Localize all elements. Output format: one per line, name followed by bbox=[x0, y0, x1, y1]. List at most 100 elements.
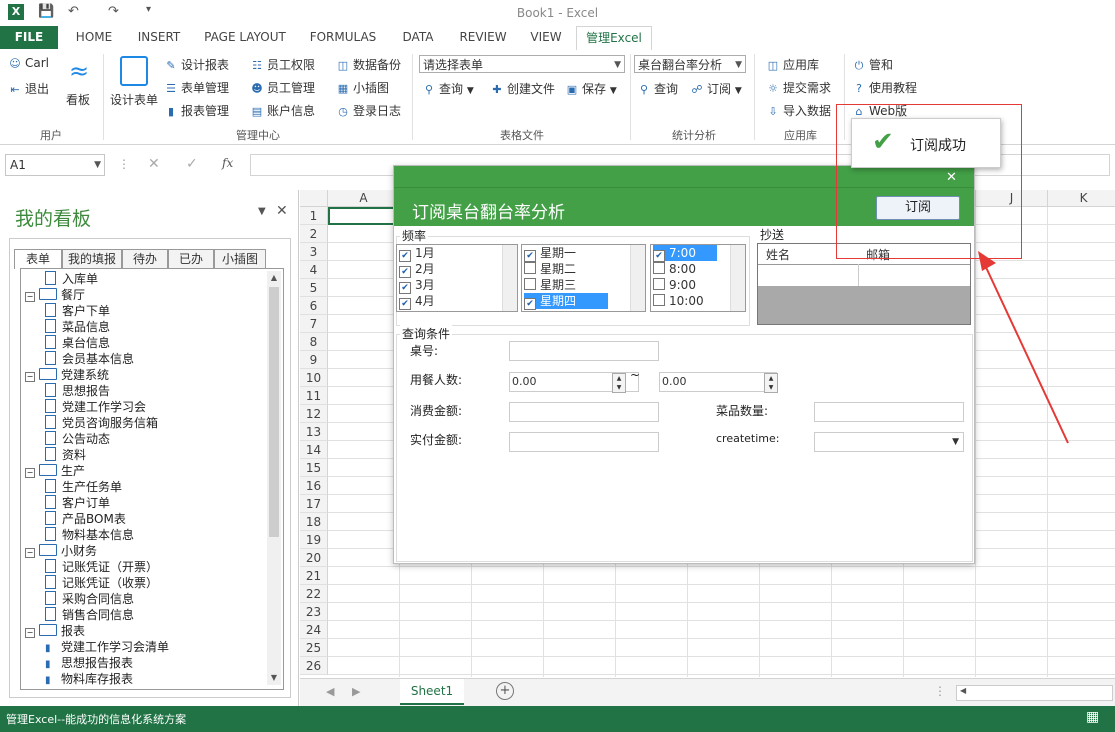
kanban-tab-todo[interactable]: 待办 bbox=[122, 249, 168, 268]
tree-item[interactable]: 销售合同信息 bbox=[45, 607, 134, 623]
normal-view-icon[interactable]: ▦ bbox=[1086, 709, 1099, 725]
create-file-button[interactable]: ✚ 创建文件 bbox=[490, 80, 555, 97]
tree-item[interactable]: ▮ 物料库存报表 bbox=[45, 671, 133, 689]
import-data-button[interactable]: ⇩ 导入数据 bbox=[766, 102, 831, 119]
table-no-input[interactable] bbox=[509, 341, 659, 361]
row-header[interactable]: 24 bbox=[300, 621, 328, 639]
tree-item[interactable]: 党员咨询服务信箱 bbox=[45, 415, 158, 431]
row-header[interactable]: 21 bbox=[300, 567, 328, 585]
account-info-button[interactable]: ▤ 账户信息 bbox=[250, 102, 315, 119]
form-manage-button[interactable]: ☰ 表单管理 bbox=[164, 79, 229, 96]
kanban-button[interactable]: 看板 bbox=[66, 91, 90, 108]
tree-item[interactable]: 公告动态 bbox=[45, 431, 110, 447]
close-icon[interactable]: ✕ bbox=[276, 203, 288, 219]
row-header[interactable]: 26 bbox=[300, 657, 328, 675]
active-cell[interactable] bbox=[328, 207, 400, 225]
list-item[interactable]: ✔ 4月 bbox=[399, 293, 435, 310]
list-item[interactable]: ✔ 2月 bbox=[399, 261, 435, 278]
list-item[interactable]: ✔ 7:00 bbox=[653, 245, 717, 262]
row-header[interactable]: 10 bbox=[300, 369, 328, 387]
checkbox[interactable]: ✔ bbox=[524, 298, 536, 310]
time-listbox[interactable]: ✔ 7:00 8:00 9:00 10:00 bbox=[650, 244, 746, 312]
paid-input[interactable] bbox=[509, 432, 659, 452]
list-item[interactable]: 8:00 bbox=[653, 261, 696, 277]
tree-folder[interactable]: − 餐厅 bbox=[25, 287, 85, 303]
cancel-icon[interactable]: ✕ bbox=[148, 156, 160, 172]
scroll-left-icon[interactable]: ◀ bbox=[960, 686, 966, 695]
collapse-icon[interactable]: − bbox=[25, 372, 35, 382]
select-all-corner[interactable] bbox=[300, 190, 328, 207]
row-header[interactable]: 25 bbox=[300, 639, 328, 657]
row-header[interactable]: 20 bbox=[300, 549, 328, 567]
tab-view[interactable]: VIEW bbox=[522, 26, 570, 49]
tree-folder[interactable]: − 党建系统 bbox=[25, 367, 109, 383]
tree-item[interactable]: 客户订单 bbox=[45, 495, 110, 511]
report-manage-button[interactable]: ▮ 报表管理 bbox=[164, 102, 229, 119]
column-header[interactable]: A bbox=[328, 190, 400, 207]
tree-item[interactable]: 资料 bbox=[45, 447, 86, 463]
kanban-tab-my-filled[interactable]: 我的填报 bbox=[62, 249, 122, 268]
month-scrollbar[interactable] bbox=[502, 245, 517, 311]
kanban-rss-icon[interactable]: ≈ bbox=[64, 56, 94, 86]
add-sheet-icon[interactable]: + bbox=[496, 682, 514, 700]
month-listbox[interactable]: ✔ 1月 ✔ 2月 ✔ 3月 ✔ 4月 bbox=[396, 244, 518, 312]
next-sheet-icon[interactable]: ▶ bbox=[352, 685, 360, 698]
tab-formulas[interactable]: FORMULAS bbox=[302, 26, 384, 49]
row-header[interactable]: 11 bbox=[300, 387, 328, 405]
tab-file[interactable]: FILE bbox=[0, 26, 58, 49]
name-box[interactable]: A1 ▼ bbox=[5, 154, 105, 176]
stats-subscribe-button[interactable]: ☍ 订阅 ▼ bbox=[690, 80, 741, 97]
row-header[interactable]: 18 bbox=[300, 513, 328, 531]
tab-data[interactable]: DATA bbox=[392, 26, 444, 49]
row-header[interactable]: 3 bbox=[300, 243, 328, 261]
confirm-icon[interactable]: ✓ bbox=[186, 156, 198, 172]
scroll-up-icon[interactable]: ▲ bbox=[267, 271, 281, 285]
checkbox[interactable]: ✔ bbox=[399, 298, 411, 310]
collapse-icon[interactable]: − bbox=[25, 468, 35, 478]
diners-min-stepper[interactable]: ▲ ▼ bbox=[612, 373, 626, 393]
row-header[interactable]: 14 bbox=[300, 441, 328, 459]
tree-item[interactable]: 物料基本信息 bbox=[45, 527, 134, 543]
spend-input[interactable] bbox=[509, 402, 659, 422]
row-header[interactable]: 1 bbox=[300, 207, 328, 225]
row-header[interactable]: 12 bbox=[300, 405, 328, 423]
tree-item[interactable]: 桌台信息 bbox=[45, 335, 110, 351]
prev-sheet-icon[interactable]: ◀ bbox=[326, 685, 334, 698]
collapse-icon[interactable]: − bbox=[25, 548, 35, 558]
weekday-scrollbar[interactable] bbox=[630, 245, 645, 311]
tab-home[interactable]: HOME bbox=[66, 26, 122, 49]
tree-item[interactable]: 菜品信息 bbox=[45, 319, 110, 335]
tree-folder[interactable]: − 报表 bbox=[25, 623, 85, 639]
row-header[interactable]: 16 bbox=[300, 477, 328, 495]
list-item[interactable]: 9:00 bbox=[653, 277, 696, 293]
tutorial-button[interactable]: ? 使用教程 bbox=[852, 79, 917, 96]
checkbox[interactable] bbox=[653, 262, 665, 274]
submit-request-button[interactable]: ☼ 提交需求 bbox=[766, 79, 831, 96]
row-header[interactable]: 15 bbox=[300, 459, 328, 477]
tree-item[interactable]: 生产任务单 bbox=[45, 479, 122, 495]
form-select[interactable]: 请选择表单 ▼ bbox=[419, 55, 625, 73]
row-header[interactable]: 23 bbox=[300, 603, 328, 621]
mini-chart-button[interactable]: ▦ 小插图 bbox=[336, 79, 389, 96]
tree-item[interactable]: 入库单 bbox=[45, 271, 98, 287]
horizontal-scrollbar[interactable]: ◀ bbox=[956, 685, 1113, 701]
row-header[interactable]: 8 bbox=[300, 333, 328, 351]
tree-scrollbar[interactable]: ▲ ▼ bbox=[267, 271, 281, 685]
employee-manage-button[interactable]: ☻ 员工管理 bbox=[250, 79, 315, 96]
tab-insert[interactable]: INSERT bbox=[130, 26, 188, 49]
row-header[interactable]: 6 bbox=[300, 297, 328, 315]
row-header[interactable]: 2 bbox=[300, 225, 328, 243]
design-form-icon[interactable] bbox=[120, 56, 148, 86]
time-scrollbar[interactable] bbox=[730, 245, 745, 311]
row-header[interactable]: 13 bbox=[300, 423, 328, 441]
manage-button[interactable]: ⏻ 管和 bbox=[852, 56, 893, 73]
list-item[interactable]: 10:00 bbox=[653, 293, 704, 309]
panel-options-icon[interactable]: ▼ bbox=[258, 206, 266, 217]
logout-button[interactable]: ⇤ 退出 bbox=[8, 80, 49, 97]
row-header[interactable]: 7 bbox=[300, 315, 328, 333]
list-item[interactable]: 星期二 bbox=[524, 261, 576, 277]
row-header[interactable]: 22 bbox=[300, 585, 328, 603]
createtime-picker[interactable]: ▼ bbox=[814, 432, 964, 452]
list-item[interactable]: ✔ 星期四 bbox=[524, 293, 608, 310]
login-log-button[interactable]: ◷ 登录日志 bbox=[336, 102, 401, 119]
